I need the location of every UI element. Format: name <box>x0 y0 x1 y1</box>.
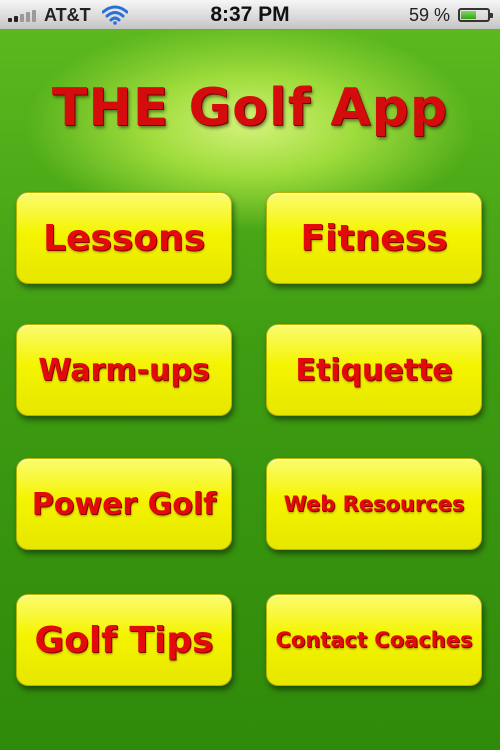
battery-percent: 59 % <box>408 5 450 25</box>
warm-ups-button[interactable]: Warm-ups <box>16 324 232 416</box>
power-golf-button-label: Power Golf <box>31 486 217 522</box>
status-bar: AT&T 8:37 PM 59 % <box>0 0 500 30</box>
battery-fill <box>461 11 477 19</box>
power-golf-button[interactable]: Power Golf <box>16 458 232 550</box>
battery-icon <box>458 8 493 22</box>
web-resources-button[interactable]: Web Resources <box>266 458 482 550</box>
golf-tips-button-label: Golf Tips <box>34 619 214 661</box>
etiquette-button[interactable]: Etiquette <box>266 324 482 416</box>
etiquette-button-label: Etiquette <box>295 352 453 388</box>
lessons-button-label: Lessons <box>43 217 205 259</box>
contact-coaches-button-label: Contact Coaches <box>275 628 473 652</box>
app-title: THE Golf App <box>51 78 449 138</box>
warm-ups-button-label: Warm-ups <box>38 352 210 388</box>
home-screen: THE Golf App Lessons Fitness Warm-ups Et… <box>0 30 500 750</box>
contact-coaches-button[interactable]: Contact Coaches <box>266 594 482 686</box>
lessons-button[interactable]: Lessons <box>16 192 232 284</box>
golf-tips-button[interactable]: Golf Tips <box>16 594 232 686</box>
fitness-button-label: Fitness <box>300 217 448 259</box>
fitness-button[interactable]: Fitness <box>266 192 482 284</box>
web-resources-button-label: Web Resources <box>283 492 465 516</box>
